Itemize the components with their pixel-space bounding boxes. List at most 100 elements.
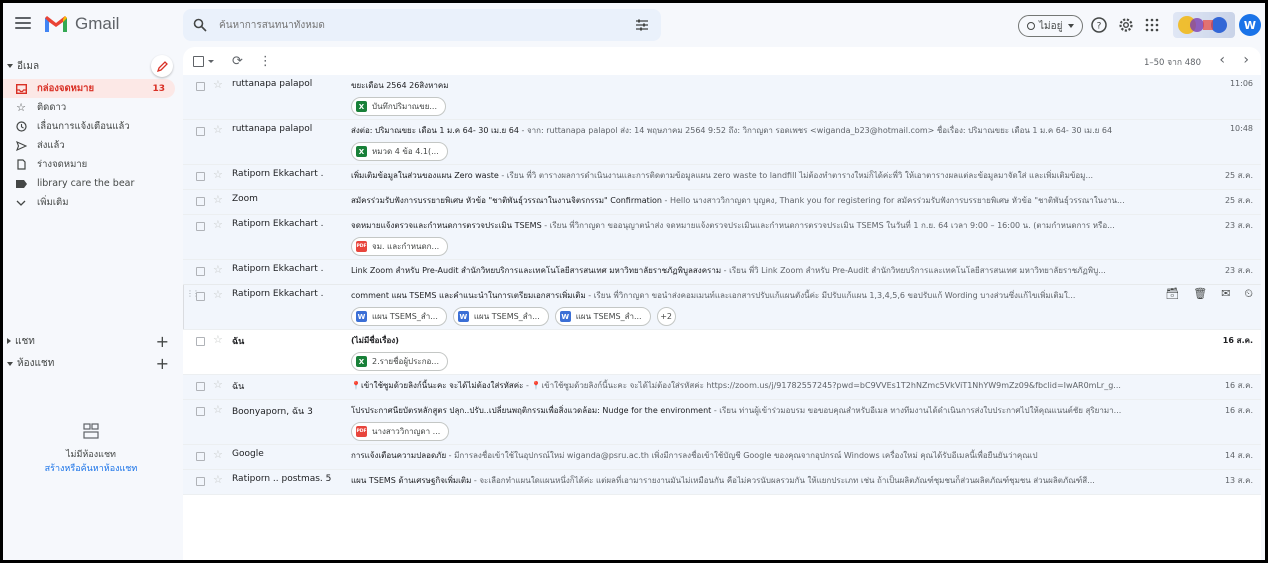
row-checkbox[interactable] bbox=[196, 477, 205, 486]
email-snippet: - จะเลือกทำแผนใดแผนหนึ่งก็ได้ค่ะ แต่ผลที… bbox=[471, 476, 1095, 485]
search-bar[interactable] bbox=[183, 9, 661, 41]
star-icon[interactable]: ☆ bbox=[213, 378, 223, 391]
star-icon[interactable]: ☆ bbox=[213, 168, 223, 181]
rooms-section-header[interactable]: ห้องแชท + bbox=[3, 353, 179, 373]
next-page-icon[interactable]: › bbox=[1243, 52, 1249, 68]
more-vert-icon[interactable]: ⋮ bbox=[259, 54, 272, 69]
rooms-label-wrap: ห้องแชท bbox=[7, 356, 54, 371]
star-icon[interactable]: ☆ bbox=[213, 448, 223, 461]
attachment-chip[interactable]: X บันทึกปริมาณขย... bbox=[351, 97, 447, 116]
help-icon[interactable]: ? bbox=[1090, 16, 1108, 34]
row-checkbox[interactable] bbox=[196, 452, 205, 461]
prev-page-icon[interactable]: ‹ bbox=[1219, 52, 1225, 68]
main-menu-icon[interactable] bbox=[15, 17, 31, 31]
attachment-name: บันทึกปริมาณขย... bbox=[372, 102, 438, 111]
email-snippet: - เรียน พี่วิ Link Zoom สำหรับ Pre-Audit… bbox=[721, 266, 1106, 275]
gmail-logo[interactable]: Gmail bbox=[43, 14, 119, 34]
row-checkbox[interactable] bbox=[196, 267, 205, 276]
snooze-clock-icon[interactable]: ⏲ bbox=[1244, 287, 1253, 301]
chat-section-header[interactable]: แชท + bbox=[3, 331, 179, 351]
search-icon[interactable] bbox=[193, 18, 207, 32]
delete-icon[interactable]: 🗑 bbox=[1193, 287, 1207, 301]
attachment-chips: W แผน TSEMS_สำ... W แผน TSEMS_สำ... W แผน TSE… bbox=[351, 307, 676, 326]
mark-read-icon[interactable]: ✉ bbox=[1221, 287, 1230, 301]
email-sender: Boonyaporn, ฉัน 3 bbox=[232, 407, 313, 417]
attachment-chip[interactable]: X หมวด 4 ข้อ 4.1(... bbox=[351, 142, 448, 161]
star-icon[interactable]: ☆ bbox=[213, 123, 223, 136]
attachment-chip[interactable]: W แผน TSEMS_สำ... bbox=[554, 307, 651, 326]
compose-button[interactable] bbox=[151, 55, 173, 77]
sidebar-item-library-care[interactable]: library care the bear bbox=[3, 174, 175, 193]
status-dropdown[interactable]: ไม่อยู่ bbox=[1018, 15, 1083, 37]
new-room-plus-icon[interactable]: + bbox=[156, 354, 169, 373]
organization-logo[interactable] bbox=[1173, 12, 1235, 38]
email-row[interactable]: ☆ Ratiporn .. postmas. 5 แผน TSEMS ด้านเศร… bbox=[183, 470, 1261, 495]
star-icon[interactable]: ☆ bbox=[213, 333, 223, 346]
row-checkbox[interactable] bbox=[196, 292, 205, 301]
attachment-chip[interactable]: X 2.รายชื่อผู้ประกอ... bbox=[351, 352, 448, 371]
row-checkbox[interactable] bbox=[196, 407, 205, 416]
star-icon[interactable]: ☆ bbox=[213, 218, 223, 231]
settings-gear-icon[interactable] bbox=[1117, 16, 1135, 34]
refresh-icon[interactable]: ⟳ bbox=[232, 54, 243, 69]
new-chat-plus-icon[interactable]: + bbox=[156, 332, 169, 351]
email-row[interactable]: ☆ ruttanapa palapol ส่งต่อ: ปริมาณขยะ เดือ… bbox=[183, 120, 1261, 165]
sidebar-item-snoozed[interactable]: เลื่อนการแจ้งเตือนแล้ว bbox=[3, 117, 175, 136]
email-row[interactable]: ☆ ฉัน 📍เข้าใช้ซูมด้วยลิงก์นี้นะคะ จะได้ไม่… bbox=[183, 375, 1261, 400]
svg-text:?: ? bbox=[1097, 22, 1102, 32]
email-row[interactable]: ☆ Boonyaporn, ฉัน 3 โปรประกาศนียบัตรหลักสู… bbox=[183, 400, 1261, 445]
attachment-name: แผน TSEMS_สำ... bbox=[473, 312, 540, 321]
star-icon[interactable]: ☆ bbox=[213, 193, 223, 206]
star-icon[interactable]: ☆ bbox=[213, 403, 223, 416]
row-checkbox[interactable] bbox=[196, 337, 205, 346]
mail-section-header[interactable]: อีเมล bbox=[3, 53, 179, 79]
more-attachments-chip[interactable]: +2 bbox=[656, 307, 676, 326]
attachment-chips: X หมวด 4 ข้อ 4.1(... bbox=[351, 142, 448, 161]
email-row[interactable]: ☆ Ratiporn Ekkachart . เพิ่มเติมข้อมูลในส่… bbox=[183, 165, 1261, 190]
collapse-icon bbox=[7, 64, 13, 68]
row-hover-actions: 🗃 🗑 ✉ ⏲ bbox=[1165, 287, 1261, 301]
email-subject: แผน TSEMS ด้านเศรษฐกิจเพิ่มเติม bbox=[351, 476, 472, 485]
find-rooms-link[interactable]: สร้างหรือค้นหาห้องแชท bbox=[3, 461, 179, 475]
select-options-chevron-icon[interactable] bbox=[208, 59, 214, 63]
attachment-chip[interactable]: PDF จม. และกำหนดก... bbox=[351, 237, 449, 256]
attachment-chip[interactable]: W แผน TSEMS_สำ... bbox=[351, 307, 447, 326]
star-icon[interactable]: ☆ bbox=[213, 263, 223, 276]
row-checkbox[interactable] bbox=[196, 222, 205, 231]
attachment-chip[interactable]: PDF นางสาววิกาญดา ... bbox=[351, 422, 450, 441]
apps-grid-icon[interactable] bbox=[1143, 16, 1161, 34]
row-checkbox[interactable] bbox=[196, 82, 205, 91]
row-checkbox[interactable] bbox=[196, 127, 205, 136]
email-row[interactable]: ☆ Zoom สมัครร่วมรับฟังการบรรยายพิเศษ หัวข้… bbox=[183, 190, 1261, 215]
sidebar-item-starred[interactable]: ☆ ติดดาว bbox=[3, 98, 175, 117]
email-snippet: - เรียน พี่วิกาญดา ขอนำส่งคอมเมนท์และเอก… bbox=[585, 291, 1076, 300]
email-row[interactable]: ☆ Ratiporn Ekkachart . จดหมายแจ้งตรวจและกำ… bbox=[183, 215, 1261, 260]
star-icon[interactable]: ☆ bbox=[213, 473, 223, 486]
sidebar-item-inbox[interactable]: กล่องจดหมาย 13 bbox=[3, 79, 175, 98]
email-row[interactable]: ☆ Ratiporn Ekkachart . Link Zoom สำหรับ Pr… bbox=[183, 260, 1261, 285]
email-sender: ruttanapa palapol bbox=[232, 79, 313, 89]
unread-count: 13 bbox=[152, 83, 165, 94]
email-subject: (ไม่มีชื่อเรื่อง) bbox=[351, 336, 399, 345]
search-input[interactable] bbox=[219, 19, 619, 31]
star-icon[interactable]: ☆ bbox=[213, 288, 223, 301]
row-checkbox[interactable] bbox=[196, 172, 205, 181]
email-row[interactable]: ⋮⋮ ☆ Ratiporn Ekkachart . comment แผน TSEMS… bbox=[183, 285, 1261, 330]
search-options-icon[interactable] bbox=[635, 18, 649, 32]
sidebar-item-drafts[interactable]: ร่างจดหมาย bbox=[3, 155, 175, 174]
archive-icon[interactable]: 🗃 bbox=[1165, 287, 1179, 301]
row-checkbox[interactable] bbox=[196, 197, 205, 206]
sidebar-item-sent[interactable]: ส่งแล้ว bbox=[3, 136, 175, 155]
email-row[interactable]: ☆ Google การแจ้งเตือนความปลอดภัย - มีการลง… bbox=[183, 445, 1261, 470]
email-snippet: - เรียน พี่วิ ตารางผลการดำเนินงานและการต… bbox=[498, 171, 1094, 180]
email-row[interactable]: ☆ ฉัน (ไม่มีชื่อเรื่อง) 16 ส.ค. X 2.รายชื่อผู… bbox=[183, 330, 1261, 375]
star-icon[interactable]: ☆ bbox=[213, 78, 223, 91]
email-date: 13 ส.ค. bbox=[1224, 476, 1253, 485]
account-avatar[interactable]: W bbox=[1239, 14, 1261, 36]
sidebar-item-more[interactable]: เพิ่มเติม bbox=[3, 193, 175, 212]
email-subject: ส่งต่อ: ปริมาณขยะ เดือน 1 ม.ค 64- 30 เม.… bbox=[351, 126, 519, 135]
email-row[interactable]: ☆ ruttanapa palapol ขยะเดือน 2564 26สิงหาค… bbox=[183, 75, 1261, 120]
row-checkbox[interactable] bbox=[196, 382, 205, 391]
attachment-chip[interactable]: W แผน TSEMS_สำ... bbox=[452, 307, 549, 326]
select-all-checkbox[interactable] bbox=[193, 55, 204, 67]
